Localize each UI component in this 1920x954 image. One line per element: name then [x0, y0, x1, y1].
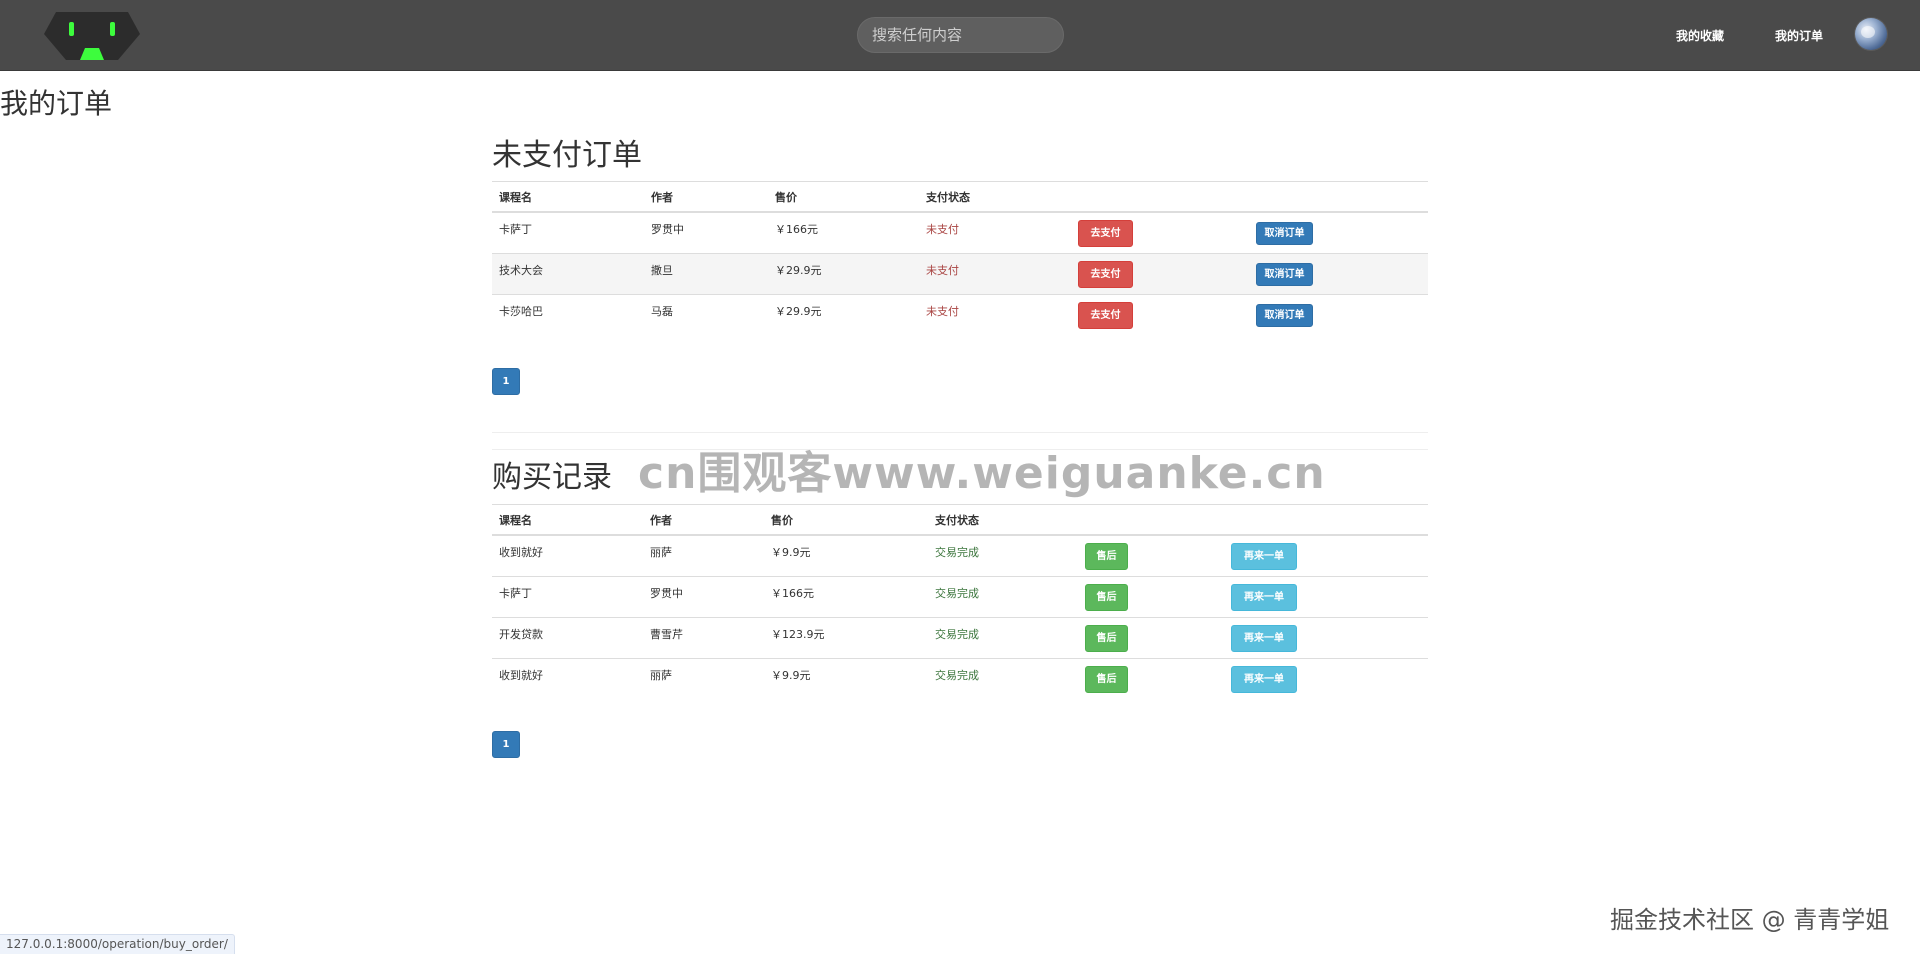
- course-name-cell: 开发贷款: [492, 617, 643, 659]
- search-input[interactable]: [857, 17, 1064, 53]
- author-cell: 曹雪芹: [643, 617, 764, 659]
- browser-status-url: 127.0.0.1:8000/operation/buy_order/: [0, 934, 235, 954]
- section-divider: [492, 432, 1428, 433]
- reorder-button[interactable]: 再来一单: [1231, 542, 1297, 570]
- purchase-history-table: 课程名 作者 售价 支付状态 收到就好 丽萨 ￥9.9元 交易完成 售后 再来一…: [492, 504, 1428, 699]
- user-avatar[interactable]: [1855, 18, 1887, 50]
- status-cell: 交易完成: [928, 658, 1078, 699]
- table-row: 收到就好 丽萨 ￥9.9元 交易完成 售后 再来一单: [492, 534, 1428, 577]
- after-sale-button[interactable]: 售后: [1085, 542, 1128, 570]
- column-header-empty: [1071, 181, 1249, 213]
- unpaid-orders-title: 未支付订单: [492, 138, 642, 173]
- after-sale-button[interactable]: 售后: [1085, 665, 1128, 693]
- pay-button[interactable]: 去支付: [1078, 301, 1133, 329]
- unpaid-orders-section: 未支付订单 课程名 作者 售价 支付状态 卡萨丁 罗贯中 ￥166元 未支付 去…: [492, 138, 1428, 395]
- author-cell: 罗贯中: [644, 211, 768, 254]
- price-cell: ￥166元: [768, 211, 919, 254]
- watermark-text: cn围观客www.weiguanke.cn: [638, 448, 1326, 499]
- credit-watermark: 掘金技术社区 @ 青青学姐: [1610, 906, 1890, 934]
- reorder-button[interactable]: 再来一单: [1231, 624, 1297, 652]
- column-header-course: 课程名: [492, 504, 643, 536]
- course-name-cell: 收到就好: [492, 534, 643, 577]
- status-cell: 未支付: [919, 211, 1071, 254]
- pagination-page-1[interactable]: 1: [492, 731, 520, 758]
- price-cell: ￥123.9元: [764, 617, 928, 659]
- status-cell: 交易完成: [928, 534, 1078, 577]
- table-row: 卡萨丁 罗贯中 ￥166元 交易完成 售后 再来一单: [492, 576, 1428, 618]
- table-row: 技术大会 撒旦 ￥29.9元 未支付 去支付 取消订单: [492, 253, 1428, 295]
- table-header-row: 课程名 作者 售价 支付状态: [492, 181, 1428, 213]
- course-name-cell: 卡萨丁: [492, 211, 644, 254]
- price-cell: ￥29.9元: [768, 294, 919, 335]
- column-header-status: 支付状态: [919, 181, 1071, 213]
- table-row: 卡萨丁 罗贯中 ￥166元 未支付 去支付 取消订单: [492, 211, 1428, 254]
- column-header-price: 售价: [768, 181, 919, 213]
- table-row: 卡莎哈巴 马磊 ￥29.9元 未支付 去支付 取消订单: [492, 294, 1428, 335]
- cancel-order-button[interactable]: 取消订单: [1256, 262, 1313, 286]
- column-header-author: 作者: [644, 181, 768, 213]
- status-cell: 交易完成: [928, 576, 1078, 618]
- course-name-cell: 收到就好: [492, 658, 643, 699]
- top-navbar: 我的收藏 我的订单: [0, 0, 1920, 71]
- table-row: 收到就好 丽萨 ￥9.9元 交易完成 售后 再来一单: [492, 658, 1428, 699]
- column-header-course: 课程名: [492, 181, 644, 213]
- reorder-button[interactable]: 再来一单: [1231, 665, 1297, 693]
- site-logo-icon[interactable]: [44, 10, 140, 62]
- column-header-price: 售价: [764, 504, 928, 536]
- after-sale-button[interactable]: 售后: [1085, 583, 1128, 611]
- column-header-author: 作者: [643, 504, 764, 536]
- pagination-page-1[interactable]: 1: [492, 368, 520, 395]
- author-cell: 丽萨: [643, 658, 764, 699]
- course-name-cell: 卡莎哈巴: [492, 294, 644, 335]
- column-header-empty: [1078, 504, 1224, 536]
- cancel-order-button[interactable]: 取消订单: [1256, 221, 1313, 245]
- course-name-cell: 卡萨丁: [492, 576, 643, 618]
- unpaid-orders-table: 课程名 作者 售价 支付状态 卡萨丁 罗贯中 ￥166元 未支付 去支付 取消订…: [492, 181, 1428, 335]
- price-cell: ￥166元: [764, 576, 928, 618]
- status-cell: 未支付: [919, 253, 1071, 295]
- course-name-cell: 技术大会: [492, 253, 644, 295]
- table-header-row: 课程名 作者 售价 支付状态: [492, 504, 1428, 536]
- price-cell: ￥29.9元: [768, 253, 919, 295]
- author-cell: 丽萨: [643, 534, 764, 577]
- column-header-status: 支付状态: [928, 504, 1078, 536]
- status-cell: 未支付: [919, 294, 1071, 335]
- after-sale-button[interactable]: 售后: [1085, 624, 1128, 652]
- cancel-order-button[interactable]: 取消订单: [1256, 303, 1313, 327]
- author-cell: 罗贯中: [643, 576, 764, 618]
- page-title: 我的订单: [0, 87, 113, 120]
- author-cell: 撒旦: [644, 253, 768, 295]
- status-cell: 交易完成: [928, 617, 1078, 659]
- nav-favorites-link[interactable]: 我的收藏: [1676, 27, 1724, 44]
- pay-button[interactable]: 去支付: [1078, 219, 1133, 247]
- pay-button[interactable]: 去支付: [1078, 260, 1133, 288]
- nav-orders-link[interactable]: 我的订单: [1775, 27, 1823, 44]
- table-row: 开发贷款 曹雪芹 ￥123.9元 交易完成 售后 再来一单: [492, 617, 1428, 659]
- price-cell: ￥9.9元: [764, 658, 928, 699]
- column-header-empty: [1249, 181, 1428, 213]
- column-header-empty: [1224, 504, 1428, 536]
- reorder-button[interactable]: 再来一单: [1231, 583, 1297, 611]
- price-cell: ￥9.9元: [764, 534, 928, 577]
- author-cell: 马磊: [644, 294, 768, 335]
